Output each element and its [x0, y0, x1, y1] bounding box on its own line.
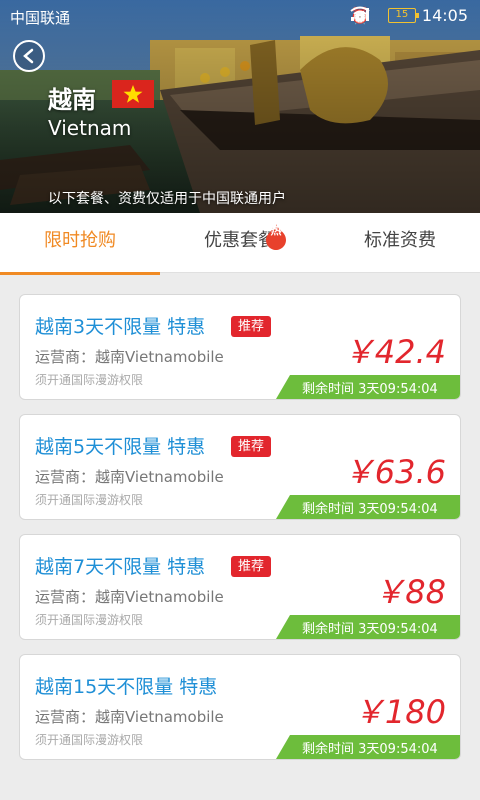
countdown-banner: 剩余时间 3天09:54:04: [276, 375, 460, 399]
package-title: 越南3天不限量 特惠: [35, 316, 206, 338]
package-card[interactable]: 越南5天不限量 特惠 推荐 运营商：越南Vietnamobile 须开通国际漫游…: [19, 414, 461, 520]
tab-label: 标准资费: [364, 230, 436, 251]
package-operator: 运营商：越南Vietnamobile: [35, 468, 224, 486]
countdown-text: 剩余时间 3天09:54:04: [302, 382, 438, 397]
countdown-text: 剩余时间 3天09:54:04: [302, 502, 438, 517]
package-operator: 运营商：越南Vietnamobile: [35, 348, 224, 366]
hot-badge: 热: [264, 217, 288, 250]
clock-time: 14:05: [421, 6, 468, 25]
package-title: 越南5天不限量 特惠: [35, 436, 206, 458]
package-title: 越南7天不限量 特惠: [35, 556, 206, 578]
battery-icon: 15: [387, 8, 419, 23]
package-note: 须开通国际漫游权限: [35, 733, 144, 747]
package-operator: 运营商：越南Vietnamobile: [35, 588, 224, 606]
vietnam-flag-icon: [112, 80, 154, 108]
package-card[interactable]: 越南7天不限量 特惠 推荐 运营商：越南Vietnamobile 须开通国际漫游…: [19, 534, 461, 640]
tab-standard-rates[interactable]: 标准资费: [320, 213, 480, 272]
recommend-tag: 推荐: [231, 436, 272, 457]
package-note: 须开通国际漫游权限: [35, 373, 144, 387]
recommend-tag: 推荐: [231, 316, 272, 337]
status-bar: 中国联通 ⏰ 15 14:05: [0, 0, 480, 34]
country-english-name: Vietnam: [48, 116, 132, 140]
countdown-banner: 剩余时间 3天09:54:04: [276, 615, 460, 639]
package-price: ￥63.6: [342, 453, 446, 491]
package-title: 越南15天不限量 特惠: [35, 676, 218, 698]
star-icon: [123, 85, 143, 103]
recommend-tag: 推荐: [231, 556, 272, 577]
tab-label: 限时抢购: [44, 230, 116, 251]
carrier-label: 中国联通: [10, 9, 71, 27]
package-price: ￥42.4: [342, 333, 446, 371]
countdown-text: 剩余时间 3天09:54:04: [302, 622, 438, 637]
hot-badge-label: 热: [270, 224, 282, 237]
package-operator: 运营商：越南Vietnamobile: [35, 708, 224, 726]
package-note: 须开通国际漫游权限: [35, 613, 144, 627]
chevron-left-icon: [23, 48, 34, 64]
screen: 中国联通 ⏰ 15 14:05 越南 Vietnam 以下套餐、资费仅适用于中国…: [0, 0, 480, 800]
back-button[interactable]: [13, 40, 45, 72]
package-card[interactable]: 越南3天不限量 特惠 推荐 运营商：越南Vietnamobile 须开通国际漫游…: [19, 294, 461, 400]
country-name: 越南: [48, 86, 96, 114]
package-price: ￥88: [373, 573, 446, 611]
package-note: 须开通国际漫游权限: [35, 493, 144, 507]
tab-flash-sale[interactable]: 限时抢购: [0, 213, 160, 275]
countdown-banner: 剩余时间 3天09:54:04: [276, 735, 460, 759]
header-banner: 中国联通 ⏰ 15 14:05 越南 Vietnam 以下套餐、资费仅适用于中国…: [0, 0, 480, 213]
tab-bar: 限时抢购 优惠套餐 热 标准资费: [0, 213, 480, 275]
package-list: 越南3天不限量 特惠 推荐 运营商：越南Vietnamobile 须开通国际漫游…: [19, 294, 461, 774]
package-price: ￥180: [352, 693, 446, 731]
package-card[interactable]: 越南15天不限量 特惠 运营商：越南Vietnamobile 须开通国际漫游权限…: [19, 654, 461, 760]
usage-notice: 以下套餐、资费仅适用于中国联通用户: [48, 191, 286, 207]
countdown-text: 剩余时间 3天09:54:04: [302, 742, 438, 757]
countdown-banner: 剩余时间 3天09:54:04: [276, 495, 460, 519]
tab-discount-packages[interactable]: 优惠套餐 热: [160, 213, 320, 272]
